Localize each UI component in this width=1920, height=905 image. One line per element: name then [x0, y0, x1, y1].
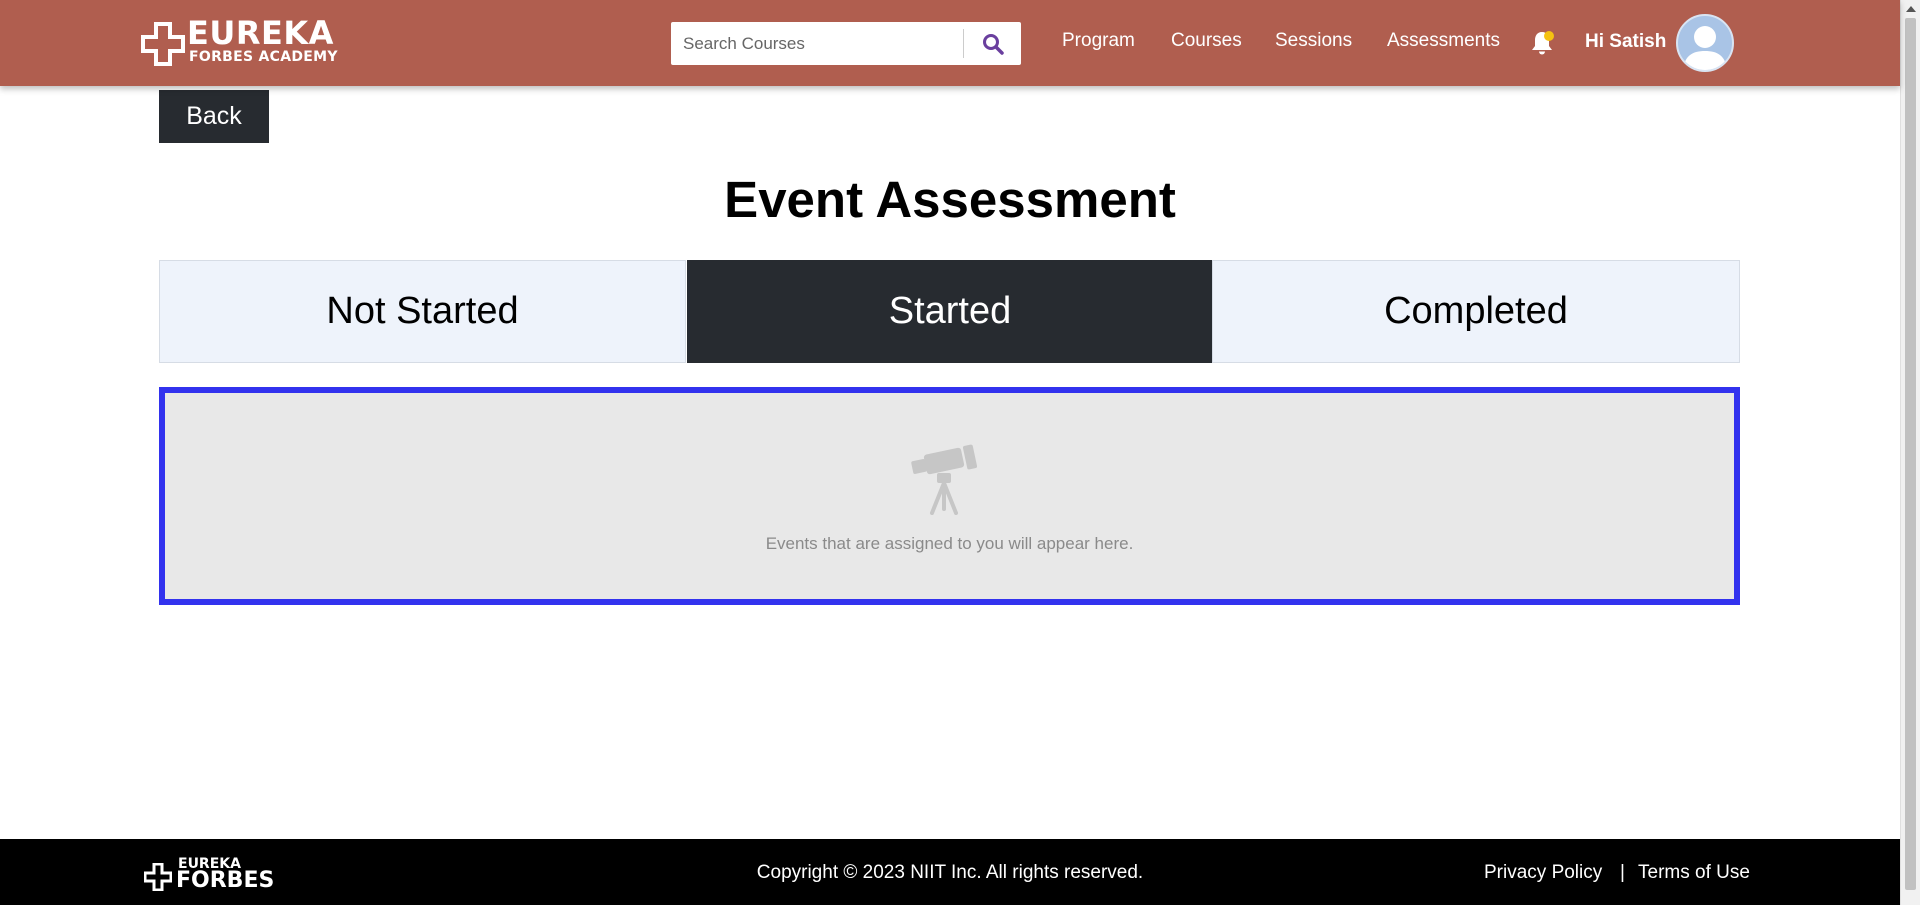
search-input[interactable] — [671, 22, 963, 65]
nav-courses[interactable]: Courses — [1171, 30, 1242, 52]
page-title: Event Assessment — [724, 171, 1176, 228]
logo-subtitle: FORBES ACADEMY — [189, 49, 338, 65]
user-avatar-icon — [1683, 26, 1727, 70]
tab-started[interactable]: Started — [687, 260, 1213, 363]
telescope-icon — [911, 444, 978, 515]
tab-not-started[interactable]: Not Started — [159, 260, 686, 363]
logo-title: EUREKA — [187, 14, 334, 52]
top-navbar: EUREKA FORBES ACADEMY Program Courses Se… — [0, 0, 1900, 86]
empty-state-panel: Events that are assigned to you will app… — [159, 387, 1740, 605]
privacy-policy-link[interactable]: Privacy Policy — [1484, 862, 1602, 884]
terms-of-use-link[interactable]: Terms of Use — [1638, 862, 1750, 884]
tab-completed[interactable]: Completed — [1212, 260, 1740, 363]
nav-program[interactable]: Program — [1062, 30, 1135, 52]
back-button[interactable]: Back — [159, 90, 269, 143]
user-avatar[interactable] — [1676, 14, 1734, 72]
nav-assessments[interactable]: Assessments — [1387, 30, 1500, 52]
scroll-up-arrow-icon[interactable] — [1906, 6, 1916, 12]
footer: EUREKA FORBES Copyright © 2023 NIIT Inc.… — [0, 839, 1900, 905]
nav-sessions[interactable]: Sessions — [1275, 30, 1352, 52]
notification-bell-icon[interactable] — [1528, 29, 1556, 57]
user-greeting: Hi Satish — [1585, 31, 1667, 52]
search-bar — [671, 22, 1021, 65]
eureka-forbes-academy-logo[interactable]: EUREKA FORBES ACADEMY — [141, 14, 341, 68]
search-icon — [982, 33, 1004, 55]
scrollbar-thumb[interactable] — [1905, 18, 1916, 890]
search-button[interactable] — [964, 22, 1021, 65]
cross-logo-icon — [141, 22, 185, 66]
copyright-text: Copyright © 2023 NIIT Inc. All rights re… — [756, 862, 1144, 883]
status-tabs: Not Started Started Completed — [159, 260, 1740, 363]
vertical-scrollbar[interactable] — [1900, 0, 1920, 905]
footer-link-separator: | — [1620, 862, 1625, 883]
empty-state-message: Events that are assigned to you will app… — [765, 534, 1134, 553]
